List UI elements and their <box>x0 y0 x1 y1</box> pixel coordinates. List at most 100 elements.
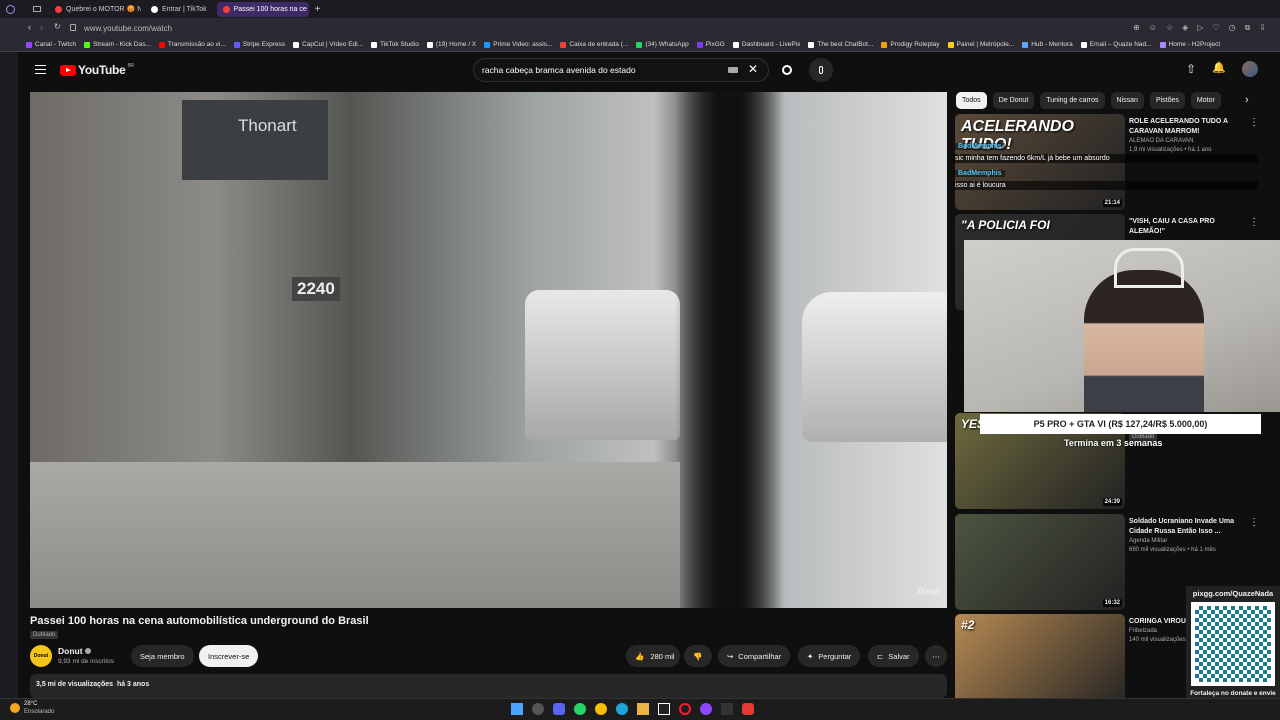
bookmark-1[interactable]: Stream - Kick Das... <box>84 41 151 48</box>
history-icon[interactable]: ◷ <box>1229 23 1236 33</box>
bookmark-11[interactable]: Dashboard - LivePix <box>732 41 800 48</box>
bookmark-icon[interactable]: ☆ <box>1166 23 1173 33</box>
more-options-icon[interactable]: ⋮ <box>1249 117 1259 128</box>
extensions-icon[interactable]: ⧉ <box>1245 23 1251 33</box>
sidebar-toggle-icon[interactable] <box>33 6 41 12</box>
hamburger-menu-icon[interactable] <box>35 65 46 74</box>
duration-badge: 16:32 <box>1102 599 1122 607</box>
recommendation-thumbnail[interactable]: #2 <box>955 614 1125 710</box>
discord-icon[interactable] <box>553 703 565 715</box>
recommendation-title[interactable]: ROLE ACELERANDO TUDO A CARAVAN MARROM! <box>1129 117 1249 137</box>
ask-button[interactable]: ✦ Perguntar <box>798 645 861 667</box>
weather-label: Ensolarado <box>24 709 55 715</box>
zoom-icon[interactable]: ⊕ <box>1133 23 1140 33</box>
video-player[interactable]: Thonart 2240 Donut <box>30 92 947 608</box>
recommendation-title[interactable]: "VISH, CAIU A CASA PRO ALEMÃO!" <box>1129 217 1249 237</box>
bookmark-8[interactable]: Caixa de entrada (... <box>560 41 628 48</box>
search-icon[interactable] <box>775 58 799 82</box>
avatar[interactable] <box>1242 61 1258 77</box>
spotify-icon[interactable] <box>700 703 712 715</box>
bookmark-icon: ⊏ <box>877 651 884 661</box>
save-button[interactable]: ⊏ Salvar <box>868 645 919 667</box>
more-options-icon[interactable]: ⋮ <box>1249 217 1259 228</box>
bookmark-0[interactable]: Canal - Twitch <box>26 41 76 48</box>
bookmark-5[interactable]: TikTok Studio <box>371 41 419 48</box>
start-icon[interactable] <box>511 703 523 715</box>
chevron-right-icon[interactable]: › <box>1245 94 1249 106</box>
recommendation-channel[interactable]: Agenda Militar <box>1129 537 1249 546</box>
share-icon: ↪ <box>727 651 734 661</box>
search-input[interactable]: racha cabeça bramca avenida do estado ✕ <box>473 58 769 82</box>
bookmark-2[interactable]: Transmissão ao vi... <box>158 41 226 48</box>
share-button[interactable]: ↪ Compartilhar <box>718 645 791 667</box>
dubbed-badge: Dublado <box>30 631 59 639</box>
site-info-icon[interactable] <box>70 24 76 31</box>
whatsapp-icon[interactable] <box>574 703 586 715</box>
dislike-button[interactable]: 👎 <box>684 645 712 667</box>
description-box[interactable]: 3,5 mi de visualizações há 3 anos <box>30 674 947 698</box>
upload-icon[interactable]: ⇧ <box>1186 62 1196 76</box>
building-sign: Thonart <box>182 100 328 180</box>
new-tab-icon[interactable]: + <box>315 4 321 15</box>
address-bar: ‹ › ↻ www.youtube.com/watch ⊕ ☺ ☆ ◈ ▷ ♡ ◷ ⧉ ⇩ <box>0 18 1280 38</box>
youtube-header: YouTube BR racha cabeça bramca avenida do… <box>18 52 1280 88</box>
obs-icon[interactable] <box>532 703 544 715</box>
like-button[interactable]: 👍 280 mil <box>626 645 680 667</box>
bookmark-10[interactable]: PixGG <box>696 41 725 48</box>
clear-search-icon[interactable]: ✕ <box>748 62 758 76</box>
chip-0[interactable]: Todos <box>956 92 987 109</box>
recommendation-thumbnail[interactable]: 16:32 <box>955 514 1125 610</box>
recommendation-channel[interactable]: ALEMAO DA CARAVAN <box>1129 137 1249 146</box>
bookmark-9[interactable]: (34) WhatsApp <box>636 41 689 48</box>
bookmark-6[interactable]: (19) Home / X <box>426 41 476 48</box>
tab-0[interactable]: Quebrei o MOTOR 😡 NO <box>49 2 141 17</box>
chip-5[interactable]: Motor <box>1190 92 1221 109</box>
heart-icon[interactable]: ♡ <box>1212 23 1219 33</box>
chip-4[interactable]: Pistões <box>1149 92 1185 109</box>
bookmark-4[interactable]: CapCut | Vídeo Edi... <box>293 41 363 48</box>
edge-icon[interactable] <box>616 703 628 715</box>
recommendation-title[interactable]: Soldado Ucraniano Invade Uma Cidade Russ… <box>1129 517 1249 537</box>
channel-name[interactable]: Donut <box>58 646 91 656</box>
bookmark-17[interactable]: Home - H2Project <box>1159 41 1220 48</box>
tab-2[interactable]: Passei 100 horas na ce <box>216 1 309 17</box>
taskbar-apps <box>511 703 754 715</box>
emoji-icon[interactable]: ☺ <box>1149 23 1157 33</box>
bookmark-15[interactable]: Hub - Mentora <box>1022 41 1073 48</box>
bookmark-14[interactable]: Painel | Metrópole... <box>947 41 1014 48</box>
subscribe-button[interactable]: Inscrever-se <box>199 645 259 667</box>
opera-icon[interactable] <box>679 703 691 715</box>
youtube-logo[interactable]: YouTube BR <box>60 63 134 77</box>
browser-menu-icon[interactable] <box>6 4 15 14</box>
notifications-icon[interactable]: 🔔 <box>1212 61 1226 74</box>
bookmark-3[interactable]: Stripe Express <box>233 41 285 48</box>
back-icon[interactable]: ‹ <box>28 22 31 32</box>
channel-avatar[interactable]: Donut <box>30 645 52 667</box>
join-button[interactable]: Seja membro <box>131 645 194 667</box>
chrome-icon[interactable] <box>595 703 607 715</box>
bookmark-12[interactable]: The best ChatBot... <box>808 41 873 48</box>
capcut-icon[interactable] <box>658 703 670 715</box>
house-number: 2240 <box>292 277 340 301</box>
shield-icon[interactable]: ◈ <box>1182 23 1188 33</box>
chip-3[interactable]: Nissan <box>1110 92 1144 109</box>
bookmark-favicon-icon <box>881 41 888 48</box>
bookmark-7[interactable]: Prime Video: assis... <box>484 41 552 48</box>
bookmark-13[interactable]: Prodigy Roleplay <box>881 41 940 48</box>
terminal-icon[interactable] <box>721 703 733 715</box>
play-icon[interactable]: ▷ <box>1197 23 1203 33</box>
tab-1[interactable]: Entrar | TikTok <box>145 2 213 17</box>
bookmark-16[interactable]: Email – Quaze Nad... <box>1080 41 1152 48</box>
forward-icon[interactable]: › <box>40 22 43 32</box>
keyboard-icon[interactable] <box>728 67 738 73</box>
more-options-icon[interactable]: ⋮ <box>1249 517 1259 528</box>
reload-icon[interactable]: ↻ <box>54 22 61 31</box>
microphone-icon[interactable] <box>809 58 833 82</box>
chip-2[interactable]: Tuning de carros <box>1040 92 1105 109</box>
chip-1[interactable]: De Donut <box>992 92 1035 109</box>
folder-icon[interactable] <box>637 703 649 715</box>
download-icon[interactable]: ⇩ <box>1259 23 1266 33</box>
more-actions-button[interactable]: ⋯ <box>925 645 947 667</box>
app-icon[interactable] <box>742 703 754 715</box>
url-field[interactable]: www.youtube.com/watch <box>84 24 172 33</box>
